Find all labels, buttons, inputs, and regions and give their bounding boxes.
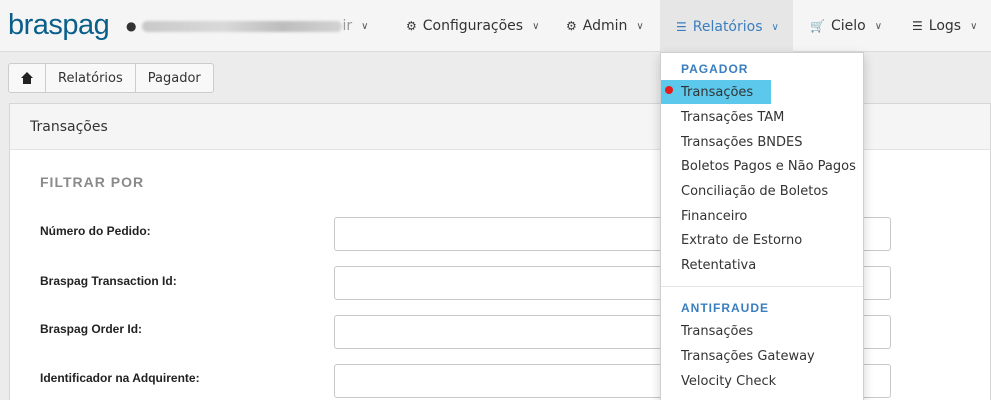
gear-icon: ⚙ (566, 19, 577, 33)
nav-cielo-label: Cielo (830, 18, 866, 34)
breadcrumb: Relatórios Pagador (8, 63, 214, 93)
chevron-down-icon: ∨ (636, 20, 644, 32)
cursor-marker-dot (665, 86, 673, 94)
menu-item-velocity-check[interactable]: Velocity Check (661, 369, 863, 393)
menu-item-retentativa[interactable]: Retentativa (661, 253, 863, 277)
menu-item-financeiro[interactable]: Financeiro (661, 204, 863, 228)
nav-configuracoes-label: Configurações (422, 18, 524, 34)
menu-item-transacoes-tam[interactable]: Transações TAM (661, 105, 863, 129)
nav-logs-label: Logs (928, 18, 962, 34)
filter-title: FILTRAR POR (40, 174, 145, 190)
home-icon (21, 72, 33, 84)
dropdown-divider (661, 286, 863, 287)
nav-relatorios[interactable]: ☰ Relatórios ∨ (660, 0, 793, 52)
breadcrumb-pagador[interactable]: Pagador (136, 64, 213, 92)
relatorios-dropdown-menu: PAGADOR Transações Transações TAM Transa… (660, 52, 864, 400)
chevron-down-icon: ∨ (532, 20, 540, 32)
chevron-down-icon: ∨ (771, 21, 779, 33)
braspag-logo[interactable]: braspag (8, 9, 110, 42)
dropdown-header-antifraude: ANTIFRAUDE (681, 301, 769, 315)
menu-item-transacoes-bndes[interactable]: Transações BNDES (661, 130, 863, 154)
gear-icon: ⚙ (406, 19, 417, 33)
user-menu[interactable]: ● ir ∨ (126, 0, 368, 52)
breadcrumb-home[interactable] (9, 64, 46, 92)
nav-cielo[interactable]: 🛒 Cielo ∨ (810, 0, 882, 52)
order-id-label: Braspag Order Id: (40, 322, 143, 336)
chevron-down-icon: ∨ (970, 20, 978, 32)
nav-configuracoes[interactable]: ⚙ Configurações ∨ (406, 0, 539, 52)
menu-item-boletos-pagos[interactable]: Boletos Pagos e Não Pagos (661, 154, 863, 178)
menu-item-transacoes[interactable]: Transações (661, 80, 771, 104)
user-icon: ● (126, 19, 137, 33)
menu-item-transacoes-gateway[interactable]: Transações Gateway (661, 344, 863, 368)
database-icon: ☰ (912, 19, 923, 33)
nav-logs[interactable]: ☰ Logs ∨ (912, 0, 977, 52)
order-number-label: Número do Pedido: (40, 224, 151, 238)
nav-admin[interactable]: ⚙ Admin ∨ (566, 0, 644, 52)
cart-icon: 🛒 (810, 19, 825, 33)
breadcrumb-relatorios[interactable]: Relatórios (46, 64, 136, 92)
list-icon: ☰ (676, 20, 687, 34)
nav-relatorios-label: Relatórios (692, 19, 763, 35)
chevron-down-icon: ∨ (874, 20, 883, 32)
user-email-redacted (142, 20, 343, 32)
dropdown-header-pagador: PAGADOR (681, 62, 749, 76)
menu-item-extrato-estorno[interactable]: Extrato de Estorno (661, 228, 863, 252)
menu-item-antifraude-transacoes[interactable]: Transações (661, 319, 863, 343)
user-email-suffix: ir (342, 18, 353, 34)
nav-admin-label: Admin (582, 18, 628, 34)
acquirer-id-label: Identificador na Adquirente: (40, 371, 200, 385)
transaction-id-label: Braspag Transaction Id: (40, 274, 177, 288)
chevron-down-icon: ∨ (361, 20, 369, 32)
menu-item-conciliacao-boletos[interactable]: Conciliação de Boletos (661, 179, 863, 203)
top-navbar: braspag ● ir ∨ ⚙ Configurações ∨ ⚙ Admin… (0, 0, 991, 52)
